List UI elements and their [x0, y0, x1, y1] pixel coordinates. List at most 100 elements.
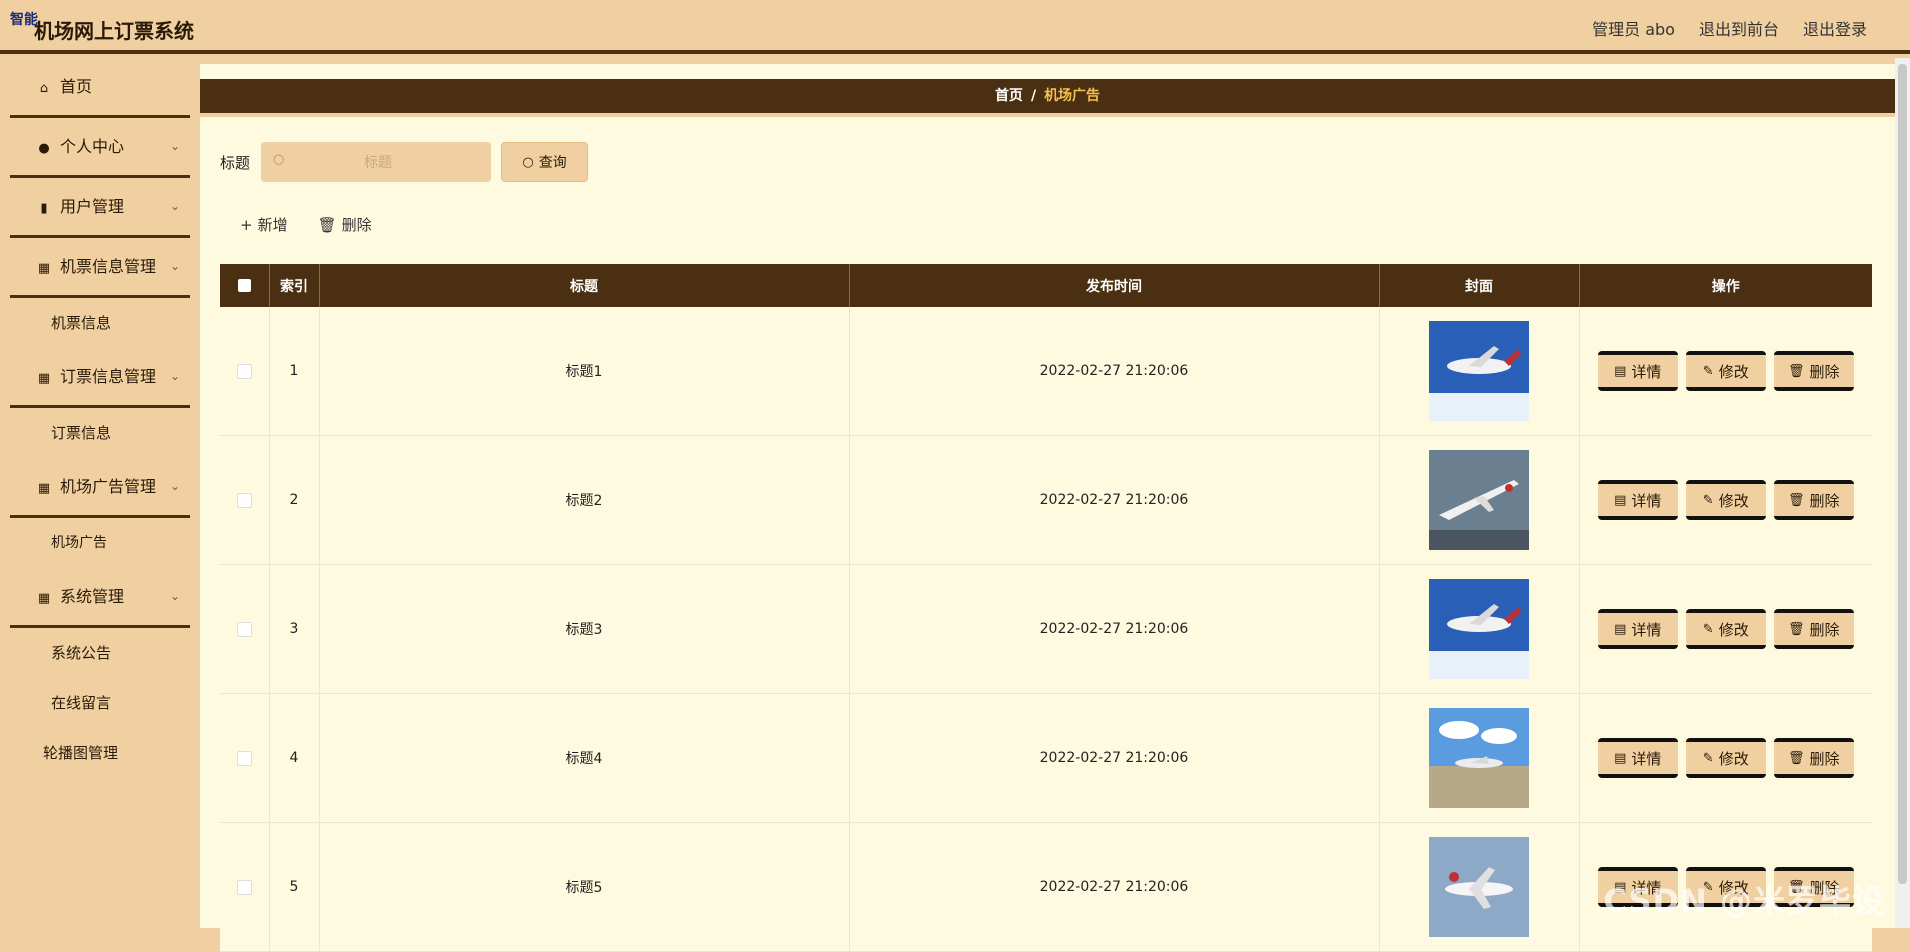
- detail-button[interactable]: ▤ 详情: [1597, 738, 1678, 778]
- cover-image[interactable]: [1429, 579, 1529, 679]
- query-button-label: 查询: [538, 155, 567, 171]
- breadcrumb-home[interactable]: 首页: [995, 88, 1023, 104]
- sidebar: ⌂ 首页 ● 个人中心 ⌄ ▮ 用户管理 ⌄ ▦ 机票信息管理 ⌄ 机票信息 ▦ 订票信息…: [0, 58, 200, 928]
- cover-image[interactable]: [1429, 837, 1529, 937]
- main-content: 首页/机场广告 标题 ○ ○查询 +新增 🗑删除 索引 标题 发布时间 封面 操…: [200, 58, 1895, 952]
- grid-icon: ▦: [37, 371, 51, 386]
- top-links: 管理员 abo 退出到前台 退出登录: [1592, 16, 1867, 40]
- sidebar-item-label: 个人中心: [60, 137, 125, 156]
- edit-button[interactable]: ✎ 修改: [1685, 609, 1766, 649]
- search-row: 标题 ○ ○查询: [220, 142, 589, 184]
- cover-image[interactable]: [1429, 708, 1529, 808]
- row-checkbox-cell[interactable]: [220, 307, 270, 436]
- search-input[interactable]: [261, 142, 496, 184]
- cover-cell: [1379, 435, 1580, 565]
- action-row: + 新增 🗑 删除: [240, 214, 372, 235]
- sidebar-item-label: 机票信息管理: [60, 257, 157, 276]
- sidebar-subitem-notice[interactable]: 系统公告: [0, 628, 200, 678]
- sidebar-item-users[interactable]: ▮ 用户管理 ⌄: [10, 178, 190, 238]
- column-header: 索引: [269, 264, 320, 307]
- cover-image[interactable]: [1429, 321, 1529, 421]
- add-button[interactable]: + 新增: [240, 214, 288, 235]
- home-icon: ⌂: [39, 81, 49, 96]
- table-row: 1 标题1 2022-02-27 21:20:06 ▤ 详情 ✎ 修改 🗑 删除: [220, 307, 1872, 436]
- row-checkbox-cell[interactable]: [220, 693, 270, 823]
- sidebar-item-label: 系统管理: [60, 587, 125, 606]
- table-row: 4 标题4 2022-02-27 21:20:06 ▤ 详情 ✎ 修改 🗑 删除: [220, 693, 1872, 823]
- row-checkbox[interactable]: [236, 492, 252, 508]
- query-button[interactable]: ○ 查询: [501, 142, 589, 182]
- sidebar-item-label: 订票信息管理: [60, 367, 157, 386]
- edit-button-label: 修改: [1718, 491, 1749, 510]
- scrollbar-thumb[interactable]: [1898, 64, 1907, 884]
- sidebar-item-home[interactable]: ⌂ 首页: [10, 58, 190, 118]
- ops-cell: ▤ 详情 ✎ 修改 🗑 删除: [1579, 307, 1872, 436]
- sidebar-subitem-carousel[interactable]: 轮播图管理: [0, 728, 200, 778]
- trash-icon: 🗑: [1787, 492, 1805, 508]
- time-cell: 2022-02-27 21:20:06: [849, 307, 1380, 436]
- logout-link[interactable]: 退出登录: [1803, 16, 1867, 40]
- edit-button[interactable]: ✎ 修改: [1685, 480, 1766, 520]
- index-cell: 4: [269, 693, 320, 823]
- chevron-down-icon: ⌄: [169, 259, 180, 273]
- chevron-down-icon: ⌄: [169, 369, 180, 383]
- title-cell: 标题1: [319, 307, 850, 436]
- edit-button[interactable]: ✎ 修改: [1685, 351, 1766, 391]
- column-header: 标题: [319, 264, 850, 307]
- bulk-delete-button[interactable]: 🗑 删除: [318, 214, 372, 235]
- edit-button[interactable]: ✎ 修改: [1685, 738, 1766, 778]
- front-link[interactable]: 退出到前台: [1699, 16, 1779, 40]
- row-checkbox[interactable]: [236, 621, 252, 637]
- select-all-cell[interactable]: [220, 264, 270, 307]
- sidebar-item-ticket-mgmt[interactable]: ▦ 机票信息管理 ⌄: [10, 238, 190, 298]
- sidebar-item-label: 机场广告管理: [60, 477, 157, 496]
- document-icon: ▤: [1614, 492, 1627, 508]
- row-checkbox-cell[interactable]: [220, 435, 270, 565]
- row-checkbox[interactable]: [236, 879, 252, 895]
- cover-image[interactable]: [1429, 450, 1529, 550]
- title-cell: 标题4: [319, 693, 850, 823]
- sidebar-subitem-ticket-info[interactable]: 机票信息: [0, 298, 200, 348]
- column-header: 封面: [1379, 264, 1580, 307]
- pencil-icon: ✎: [1702, 750, 1714, 766]
- sidebar-item-booking-mgmt[interactable]: ▦ 订票信息管理 ⌄: [10, 348, 190, 408]
- delete-button[interactable]: 🗑 删除: [1773, 609, 1854, 649]
- document-icon: ▤: [1614, 621, 1627, 637]
- sidebar-subitem-booking-info[interactable]: 订票信息: [0, 408, 200, 458]
- row-checkbox-cell[interactable]: [220, 564, 270, 694]
- chevron-down-icon: ⌄: [169, 199, 180, 213]
- sidebar-subitem-ad[interactable]: 机场广告: [0, 518, 200, 568]
- detail-button-label: 详情: [1631, 362, 1662, 381]
- trash-icon: 🗑: [1787, 363, 1805, 379]
- document-icon: ▤: [1614, 363, 1627, 379]
- grid-icon: ▦: [37, 591, 51, 606]
- search-icon: ○: [273, 152, 285, 167]
- breadcrumb-separator: /: [1030, 88, 1037, 104]
- sidebar-item-personal[interactable]: ● 个人中心 ⌄: [10, 118, 190, 178]
- user-label[interactable]: 管理员 abo: [1592, 16, 1675, 40]
- edit-button-label: 修改: [1718, 749, 1749, 768]
- delete-button[interactable]: 🗑 删除: [1773, 738, 1854, 778]
- watermark: CSDN @米罗毕设: [1603, 882, 1885, 920]
- index-cell: 2: [269, 435, 320, 565]
- grid-icon: ▦: [37, 261, 51, 276]
- sidebar-item-system-mgmt[interactable]: ▦ 系统管理 ⌄: [10, 568, 190, 628]
- edit-button-label: 修改: [1718, 362, 1749, 381]
- detail-button[interactable]: ▤ 详情: [1597, 609, 1678, 649]
- cover-cell: [1379, 693, 1580, 823]
- sidebar-item-ad-mgmt[interactable]: ▦ 机场广告管理 ⌄: [10, 458, 190, 518]
- scrollbar[interactable]: [1895, 58, 1910, 928]
- delete-button[interactable]: 🗑 删除: [1773, 351, 1854, 391]
- row-checkbox[interactable]: [236, 363, 252, 379]
- row-checkbox-cell[interactable]: [220, 822, 270, 952]
- sidebar-subitem-message[interactable]: 在线留言: [0, 678, 200, 728]
- detail-button[interactable]: ▤ 详情: [1597, 351, 1678, 391]
- detail-button-label: 详情: [1631, 749, 1662, 768]
- detail-button[interactable]: ▤ 详情: [1597, 480, 1678, 520]
- search-box: ○: [261, 142, 496, 184]
- row-checkbox[interactable]: [236, 750, 252, 766]
- select-all-checkbox[interactable]: [237, 279, 251, 292]
- add-button-label: 新增: [257, 216, 288, 234]
- title-cell: 标题3: [319, 564, 850, 694]
- delete-button[interactable]: 🗑 删除: [1773, 480, 1854, 520]
